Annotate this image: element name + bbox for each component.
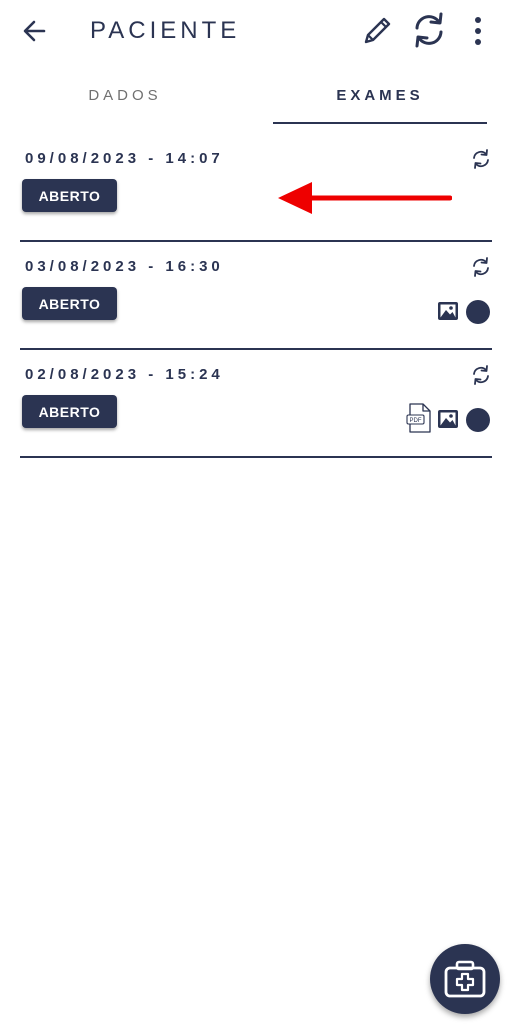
app-header: PACIENTE [0, 0, 511, 64]
medical-kit-icon [444, 960, 486, 998]
sync-icon [415, 12, 443, 48]
sync-button[interactable] [409, 10, 449, 50]
image-icon [438, 410, 458, 428]
exam-divider [20, 348, 492, 350]
edit-button[interactable] [358, 12, 396, 50]
tab-exames-label: EXAMES [336, 87, 424, 104]
refresh-icon [473, 149, 489, 169]
pencil-icon [364, 17, 391, 44]
attachment-icons [436, 299, 492, 325]
exam-date: 03/08/2023 - 16:30 [25, 258, 224, 275]
status-dot-icon [466, 408, 490, 432]
status-button[interactable]: ABERTO [22, 179, 117, 212]
exam-refresh-button[interactable] [470, 364, 492, 386]
exam-refresh-button[interactable] [470, 148, 492, 170]
add-exam-button[interactable] [430, 944, 500, 1014]
attachment-icons: PDF [406, 403, 492, 436]
tab-bar: DADOS EXAMES [0, 72, 511, 126]
more-vertical-icon [475, 17, 481, 45]
status-indicator [465, 407, 491, 438]
red-arrow-left-icon [278, 182, 452, 214]
tab-exames[interactable]: EXAMES [273, 72, 487, 124]
pdf-attachment[interactable]: PDF [406, 403, 432, 438]
exam-date: 02/08/2023 - 15:24 [25, 366, 224, 383]
status-button[interactable]: ABERTO [22, 287, 117, 320]
exam-divider [20, 240, 492, 242]
exam-item[interactable]: 03/08/2023 - 16:30 ABERTO [20, 244, 492, 350]
tab-indicator [273, 122, 487, 124]
refresh-icon [473, 365, 489, 385]
page-title: PACIENTE [90, 17, 241, 44]
refresh-icon [473, 257, 489, 277]
status-dot-icon [466, 300, 490, 324]
status-button[interactable]: ABERTO [22, 395, 117, 428]
exam-date: 09/08/2023 - 14:07 [25, 150, 224, 167]
arrow-left-icon [23, 20, 46, 42]
back-button[interactable] [20, 16, 50, 46]
image-icon [438, 302, 458, 320]
pdf-icon: PDF [406, 403, 431, 433]
tab-dados[interactable]: DADOS [20, 72, 230, 124]
more-options-button[interactable] [464, 12, 492, 50]
exam-item[interactable]: 02/08/2023 - 15:24 ABERTO PDF [20, 352, 492, 458]
svg-text:PDF: PDF [410, 418, 422, 424]
exam-refresh-button[interactable] [470, 256, 492, 278]
image-attachment[interactable] [436, 299, 460, 328]
image-attachment[interactable] [436, 407, 460, 436]
status-indicator [465, 299, 491, 330]
exam-divider [20, 456, 492, 458]
